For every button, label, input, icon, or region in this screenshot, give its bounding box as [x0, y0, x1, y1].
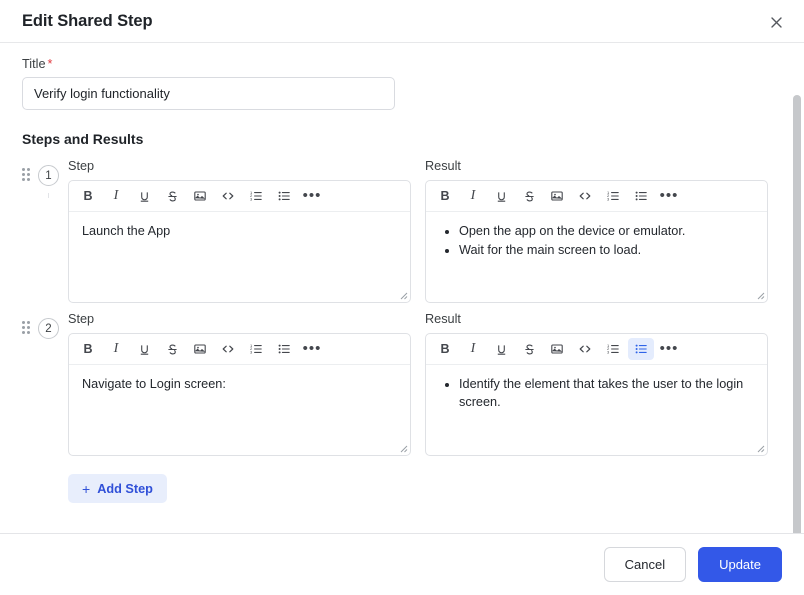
result-editor-toolbar: B I	[426, 181, 767, 212]
step-number-badge: 1	[38, 165, 59, 186]
more-options-icon[interactable]: •••	[299, 338, 325, 360]
result-label: Result	[425, 312, 768, 327]
svg-text:3: 3	[607, 197, 610, 202]
italic-icon[interactable]: I	[103, 338, 129, 360]
underline-icon[interactable]	[488, 338, 514, 360]
ordered-list-icon[interactable]: 123	[243, 185, 269, 207]
add-step-wrapper: + Add Step	[22, 474, 782, 503]
step-editor[interactable]: B I	[68, 333, 411, 456]
italic-icon[interactable]: I	[103, 185, 129, 207]
strikethrough-icon[interactable]	[516, 338, 542, 360]
result-editor-content[interactable]: Identify the element that takes the user…	[426, 365, 767, 422]
dialog-title: Edit Shared Step	[22, 12, 152, 31]
image-icon[interactable]	[544, 338, 570, 360]
step-gutter: 2	[22, 312, 68, 339]
italic-icon[interactable]: I	[460, 185, 486, 207]
result-pane: Result B I	[425, 312, 768, 456]
code-icon[interactable]	[572, 185, 598, 207]
resize-grip-icon[interactable]	[753, 441, 765, 453]
code-icon[interactable]	[215, 338, 241, 360]
list-item: Open the app on the device or emulator.	[459, 222, 754, 240]
image-icon[interactable]	[544, 185, 570, 207]
resize-grip-icon[interactable]	[753, 288, 765, 300]
step-editor-toolbar: B I	[69, 181, 410, 212]
result-editor-content[interactable]: Open the app on the device or emulator. …	[426, 212, 767, 270]
result-list: Identify the element that takes the user…	[439, 375, 754, 411]
scrollbar-thumb[interactable]	[793, 95, 801, 533]
step-row: 2 Step B I	[22, 312, 782, 456]
bullet-list-icon[interactable]	[271, 338, 297, 360]
result-editor[interactable]: B I	[425, 180, 768, 303]
result-editor[interactable]: B I	[425, 333, 768, 456]
close-icon[interactable]	[762, 8, 790, 36]
resize-grip-icon[interactable]	[396, 288, 408, 300]
section-heading: Steps and Results	[22, 131, 782, 147]
required-asterisk: *	[48, 57, 53, 71]
image-icon[interactable]	[187, 185, 213, 207]
strikethrough-icon[interactable]	[159, 185, 185, 207]
bold-icon[interactable]: B	[75, 185, 101, 207]
bullet-list-icon[interactable]	[628, 338, 654, 360]
step-editor-content[interactable]: Launch the App	[69, 212, 410, 250]
plus-icon: +	[82, 482, 90, 496]
step-text: Navigate to Login screen:	[82, 375, 397, 393]
underline-icon[interactable]	[488, 185, 514, 207]
add-step-label: Add Step	[97, 482, 153, 496]
title-field-label: Title*	[22, 57, 782, 71]
code-icon[interactable]	[215, 185, 241, 207]
bold-icon[interactable]: B	[432, 338, 458, 360]
dialog-body: Title* Steps and Results 1 Step B I	[0, 43, 804, 533]
image-icon[interactable]	[187, 338, 213, 360]
step-editor[interactable]: B I	[68, 180, 411, 303]
dialog-footer: Cancel Update	[0, 533, 804, 595]
add-step-button[interactable]: + Add Step	[68, 474, 167, 503]
result-list: Open the app on the device or emulator. …	[439, 222, 754, 259]
step-number-badge: 2	[38, 318, 59, 339]
more-options-icon[interactable]: •••	[299, 185, 325, 207]
update-button[interactable]: Update	[698, 547, 782, 582]
step-pane: Step B I	[68, 159, 411, 303]
step-label: Step	[68, 312, 411, 327]
strikethrough-icon[interactable]	[516, 185, 542, 207]
bullet-list-icon[interactable]	[628, 185, 654, 207]
ordered-list-icon[interactable]: 123	[600, 338, 626, 360]
title-label-text: Title	[22, 57, 46, 71]
list-item: Wait for the main screen to load.	[459, 241, 754, 259]
step-gutter: 1	[22, 159, 68, 186]
step-editor-toolbar: B I	[69, 334, 410, 365]
more-options-icon[interactable]: •••	[656, 185, 682, 207]
step-text: Launch the App	[82, 222, 397, 240]
step-pane: Step B I	[68, 312, 411, 456]
more-options-icon[interactable]: •••	[656, 338, 682, 360]
resize-grip-icon[interactable]	[396, 441, 408, 453]
strikethrough-icon[interactable]	[159, 338, 185, 360]
step-row: 1 Step B I	[22, 159, 782, 303]
dialog-header: Edit Shared Step	[0, 0, 804, 43]
ordered-list-icon[interactable]: 123	[600, 185, 626, 207]
title-input[interactable]	[22, 77, 395, 110]
result-editor-toolbar: B I	[426, 334, 767, 365]
underline-icon[interactable]	[131, 338, 157, 360]
drag-handle-icon[interactable]	[22, 168, 32, 182]
edit-shared-step-dialog: Edit Shared Step Title* Steps and Result…	[0, 0, 804, 595]
step-connector-line	[48, 193, 49, 198]
svg-text:3: 3	[607, 350, 610, 355]
svg-text:3: 3	[250, 350, 253, 355]
svg-text:3: 3	[250, 197, 253, 202]
list-item: Identify the element that takes the user…	[459, 375, 754, 411]
bold-icon[interactable]: B	[75, 338, 101, 360]
scrollbar-track[interactable]	[793, 87, 801, 471]
result-label: Result	[425, 159, 768, 174]
step-editor-content[interactable]: Navigate to Login screen:	[69, 365, 410, 403]
result-pane: Result B I	[425, 159, 768, 303]
bold-icon[interactable]: B	[432, 185, 458, 207]
code-icon[interactable]	[572, 338, 598, 360]
drag-handle-icon[interactable]	[22, 321, 32, 335]
step-label: Step	[68, 159, 411, 174]
cancel-button[interactable]: Cancel	[604, 547, 686, 582]
underline-icon[interactable]	[131, 185, 157, 207]
ordered-list-icon[interactable]: 123	[243, 338, 269, 360]
bullet-list-icon[interactable]	[271, 185, 297, 207]
italic-icon[interactable]: I	[460, 338, 486, 360]
